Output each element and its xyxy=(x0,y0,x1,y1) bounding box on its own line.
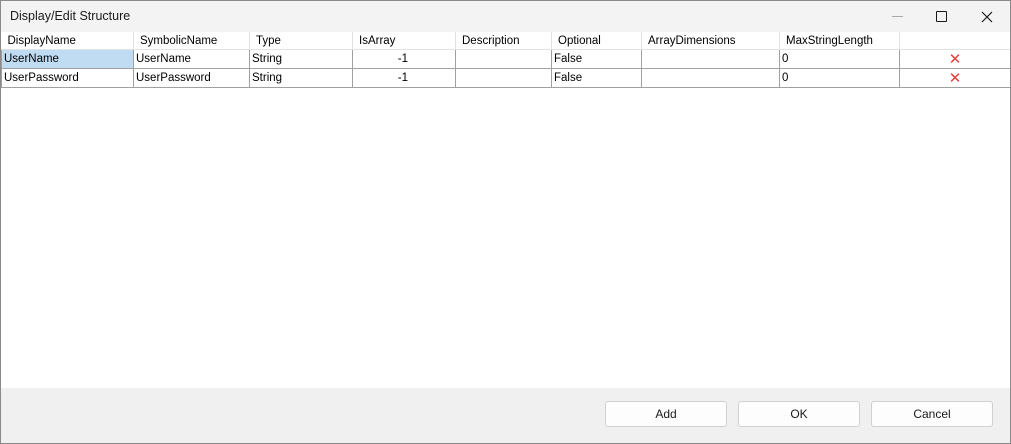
column-header-displayname[interactable]: DisplayName xyxy=(1,32,134,50)
window-title: Display/Edit Structure xyxy=(10,9,131,23)
cell-maxstringlength[interactable]: 0 xyxy=(779,68,900,88)
cell-optional[interactable]: False xyxy=(551,68,642,88)
minimize-button[interactable] xyxy=(874,1,920,32)
column-header-optional[interactable]: Optional xyxy=(551,32,642,50)
column-header-description[interactable]: Description xyxy=(455,32,552,50)
cell-delete[interactable]: ✕ xyxy=(899,49,1010,69)
cell-delete[interactable]: ✕ xyxy=(899,68,1010,88)
cell-isarray[interactable]: -1 xyxy=(352,49,456,69)
column-header-actions xyxy=(899,32,1010,50)
maximize-button[interactable] xyxy=(918,1,964,32)
column-header-maxstringlength[interactable]: MaxStringLength xyxy=(779,32,900,50)
minimize-icon xyxy=(891,16,903,17)
cell-symbolicname[interactable]: UserPassword xyxy=(133,68,250,88)
ok-button[interactable]: OK xyxy=(738,401,860,427)
table-header-row: DisplayName SymbolicName Type IsArray De… xyxy=(1,32,1010,50)
cell-arraydimensions[interactable] xyxy=(641,49,780,69)
title-bar[interactable]: Display/Edit Structure xyxy=(1,1,1010,32)
column-header-type[interactable]: Type xyxy=(249,32,353,50)
cell-optional[interactable]: False xyxy=(551,49,642,69)
column-header-isarray[interactable]: IsArray xyxy=(352,32,456,50)
cell-type[interactable]: String xyxy=(249,68,353,88)
cell-symbolicname[interactable]: UserName xyxy=(133,49,250,69)
cell-displayname[interactable]: UserPassword xyxy=(1,68,134,88)
cell-description[interactable] xyxy=(455,68,552,88)
column-header-arraydimensions[interactable]: ArrayDimensions xyxy=(641,32,780,50)
cell-type[interactable]: String xyxy=(249,49,353,69)
close-button[interactable] xyxy=(964,1,1010,32)
cell-maxstringlength[interactable]: 0 xyxy=(779,49,900,69)
cell-isarray[interactable]: -1 xyxy=(352,68,456,88)
table-row[interactable]: UserName UserName String -1 False 0 ✕ xyxy=(1,49,1010,69)
fields-table: DisplayName SymbolicName Type IsArray De… xyxy=(1,32,1010,88)
close-icon xyxy=(981,11,993,22)
cancel-button[interactable]: Cancel xyxy=(871,401,993,427)
structure-grid[interactable]: DisplayName SymbolicName Type IsArray De… xyxy=(1,32,1010,388)
structure-dialog: Display/Edit Structure DisplayName Symbo… xyxy=(0,0,1011,444)
delete-row-icon[interactable]: ✕ xyxy=(949,51,962,66)
delete-row-icon[interactable]: ✕ xyxy=(949,70,962,85)
dialog-footer: Add OK Cancel xyxy=(1,388,1010,443)
cell-displayname[interactable]: UserName xyxy=(1,49,134,69)
add-button[interactable]: Add xyxy=(605,401,727,427)
maximize-icon xyxy=(935,11,947,22)
table-row[interactable]: UserPassword UserPassword String -1 Fals… xyxy=(1,68,1010,88)
cell-arraydimensions[interactable] xyxy=(641,68,780,88)
column-header-symbolicname[interactable]: SymbolicName xyxy=(133,32,250,50)
cell-description[interactable] xyxy=(455,49,552,69)
